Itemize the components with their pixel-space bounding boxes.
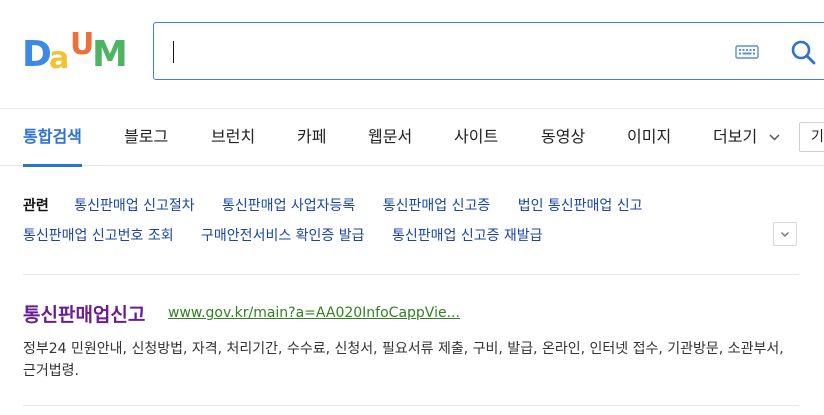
related-link[interactable]: 통신판매업 신고증 xyxy=(383,198,491,214)
chevron-down-icon xyxy=(781,232,789,237)
tab-more-label: 더보기 xyxy=(713,127,758,146)
header: D a U M xyxy=(0,0,824,108)
related-link[interactable]: 통신판매업 사업자등록 xyxy=(222,198,355,214)
related-link[interactable]: 통신판매업 신고번호 조회 xyxy=(23,228,174,244)
tab-video[interactable]: 동영상 xyxy=(541,109,585,166)
search-icon[interactable] xyxy=(790,39,816,65)
tab-web-docs[interactable]: 웹문서 xyxy=(368,109,412,166)
logo-letter-u: U xyxy=(70,28,94,62)
result-title-link[interactable]: 통신판매업신고 xyxy=(23,300,145,327)
search-box xyxy=(153,22,824,80)
tab-integrated-search[interactable]: 통합검색 xyxy=(23,109,82,167)
related-label: 관련 xyxy=(23,198,49,214)
search-input[interactable] xyxy=(168,33,712,71)
daum-logo[interactable]: D a U M xyxy=(22,28,132,72)
tab-more[interactable]: 더보기 xyxy=(713,109,780,166)
related-link[interactable]: 법인 통신판매업 신고 xyxy=(518,198,643,214)
logo-letter-a: a xyxy=(49,41,69,72)
tab-brunch[interactable]: 브런치 xyxy=(211,109,255,166)
keyboard-icon[interactable] xyxy=(735,43,759,61)
result-description: 정부24 민원안내, 신청방법, 자격, 처리기간, 수수료, 신청서, 필요서… xyxy=(23,341,784,379)
section-divider xyxy=(23,274,799,275)
text-caret xyxy=(173,41,174,63)
logo-letter-d: D xyxy=(22,34,52,72)
tab-cafe[interactable]: 카페 xyxy=(297,109,326,166)
result-url-link[interactable]: www.gov.kr/main?a=AA020InfoCappVie... xyxy=(168,305,460,321)
logo-letter-m: M xyxy=(92,34,128,72)
related-link[interactable]: 통신판매업 신고증 재발급 xyxy=(392,228,543,244)
search-tabs: 통합검색 블로그 브런치 카페 웹문서 사이트 동영상 이미지 더보기 기 xyxy=(0,108,824,167)
related-expand-button[interactable] xyxy=(773,222,797,246)
search-tool-button[interactable]: 기 xyxy=(799,122,824,152)
tab-image[interactable]: 이미지 xyxy=(627,109,671,166)
related-link[interactable]: 통신판매업 신고절차 xyxy=(74,198,194,214)
related-link[interactable]: 구매안전서비스 확인증 발급 xyxy=(201,228,364,244)
related-row-1: 관련 통신판매업 신고절차 통신판매업 사업자등록 통신판매업 신고증 법인 통… xyxy=(23,192,666,220)
result-divider xyxy=(23,405,799,406)
tab-blog[interactable]: 블로그 xyxy=(124,109,168,166)
related-row-2: 통신판매업 신고번호 조회 구매안전서비스 확인증 발급 통신판매업 신고증 재… xyxy=(23,222,566,250)
tab-site[interactable]: 사이트 xyxy=(454,109,498,166)
chevron-down-icon xyxy=(769,134,780,141)
